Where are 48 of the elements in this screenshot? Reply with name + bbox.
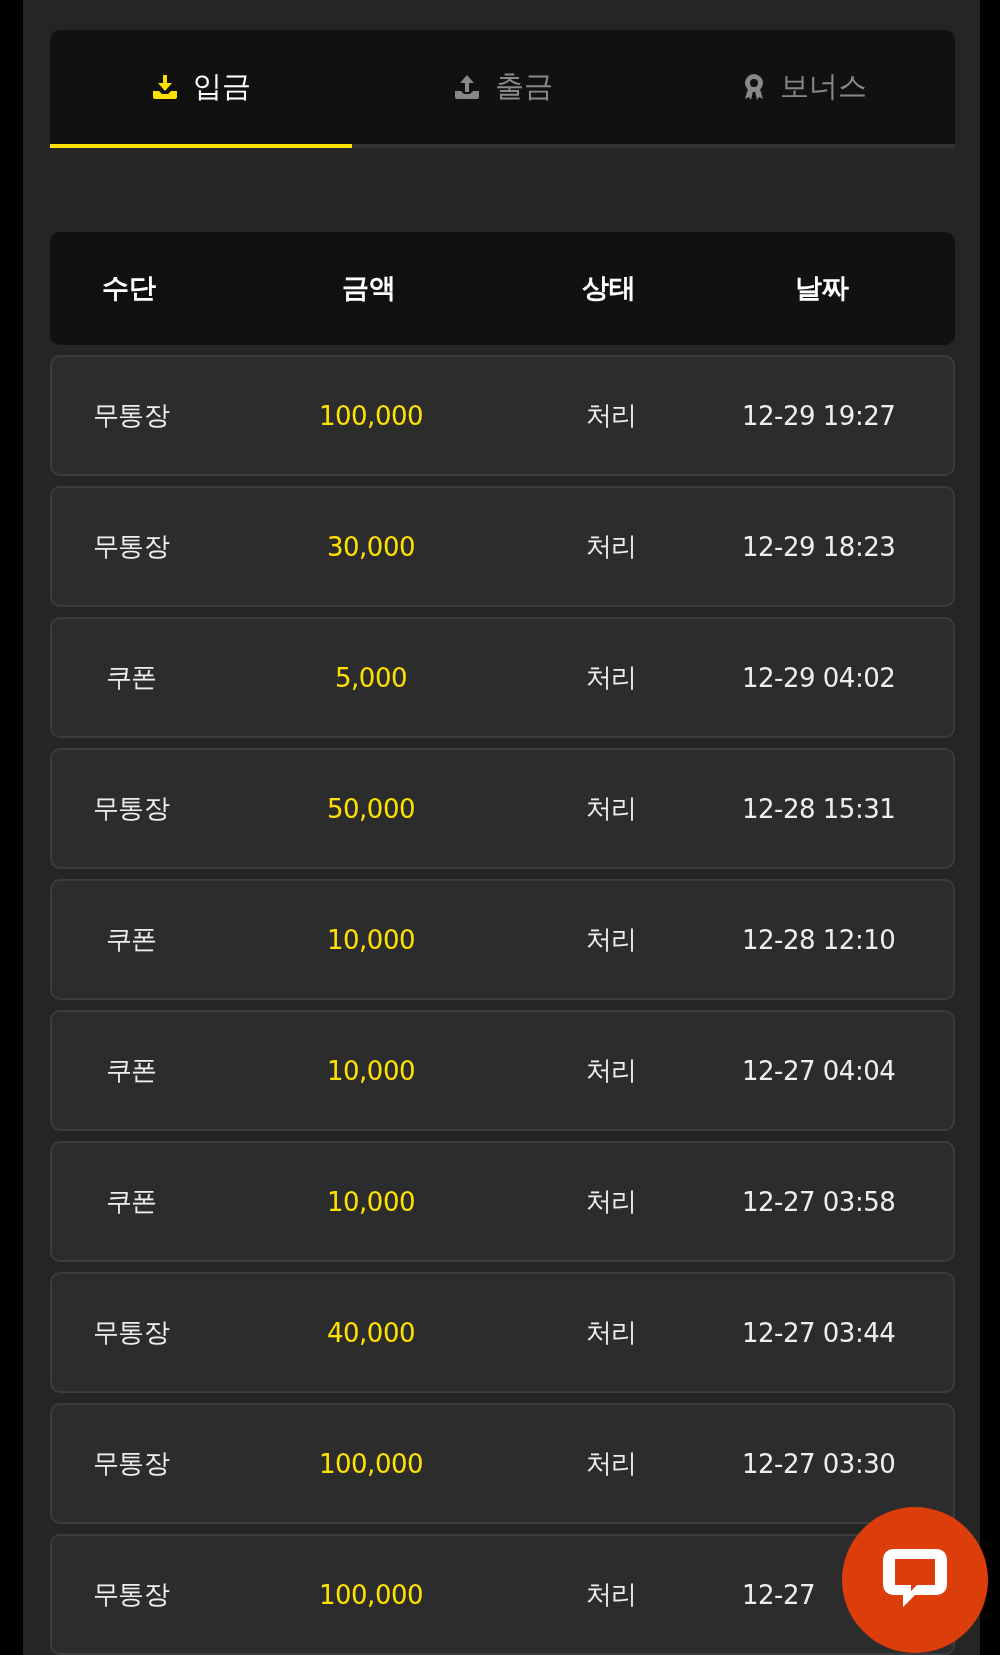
status-text: 처리 [585, 1447, 637, 1480]
amount-text: 10,000 [327, 1055, 415, 1086]
date-text: 12-27 03:30 [742, 1448, 896, 1479]
method-text: 쿠폰 [105, 1054, 157, 1087]
status-text: 처리 [585, 661, 637, 694]
method-text: 무통장 [92, 792, 170, 825]
amount-text: 100,000 [319, 1579, 423, 1610]
status-text: 처리 [585, 1316, 637, 1349]
status-text: 처리 [585, 1185, 637, 1218]
amount-text: 10,000 [327, 1186, 415, 1217]
column-header: 금액 [342, 271, 396, 306]
method-text: 무통장 [92, 1447, 170, 1480]
date-text: 12-29 18:23 [742, 531, 896, 562]
tab[interactable]: 보너스 [653, 30, 955, 148]
status-text: 처리 [585, 792, 637, 825]
method-text: 무통장 [92, 1578, 170, 1611]
status-text: 처리 [585, 1578, 637, 1611]
date-text: 12-28 15:31 [742, 793, 896, 824]
method-text: 쿠폰 [105, 661, 157, 694]
date-text: 12-27 04:04 [742, 1055, 896, 1086]
date-text: 12-27 [742, 1579, 816, 1610]
amount-text: 100,000 [319, 400, 423, 431]
status-text: 처리 [585, 530, 637, 563]
download-icon [150, 72, 179, 101]
amount-text: 100,000 [319, 1448, 423, 1479]
column-header: 수단 [102, 271, 156, 306]
amount-text: 50,000 [327, 793, 415, 824]
amount-text: 10,000 [327, 924, 415, 955]
status-text: 처리 [585, 923, 637, 956]
date-text: 12-28 12:10 [742, 924, 896, 955]
date-text: 12-29 19:27 [742, 400, 896, 431]
column-header: 상태 [582, 271, 636, 306]
amount-text: 40,000 [327, 1317, 415, 1348]
amount-text: 5,000 [335, 662, 407, 693]
date-text: 12-27 03:58 [742, 1186, 896, 1217]
method-text: 쿠폰 [105, 1185, 157, 1218]
method-text: 무통장 [92, 399, 170, 432]
method-text: 무통장 [92, 530, 170, 563]
method-text: 무통장 [92, 1316, 170, 1349]
status-text: 처리 [585, 399, 637, 432]
tab[interactable]: 출금 [351, 30, 654, 148]
column-header: 날짜 [794, 271, 849, 306]
amount-text: 30,000 [327, 531, 415, 562]
tab[interactable]: 입금 [50, 30, 352, 148]
date-text: 12-27 03:44 [742, 1317, 896, 1348]
method-text: 쿠폰 [105, 923, 157, 956]
status-text: 처리 [585, 1054, 637, 1087]
date-text: 12-29 04:02 [742, 662, 896, 693]
